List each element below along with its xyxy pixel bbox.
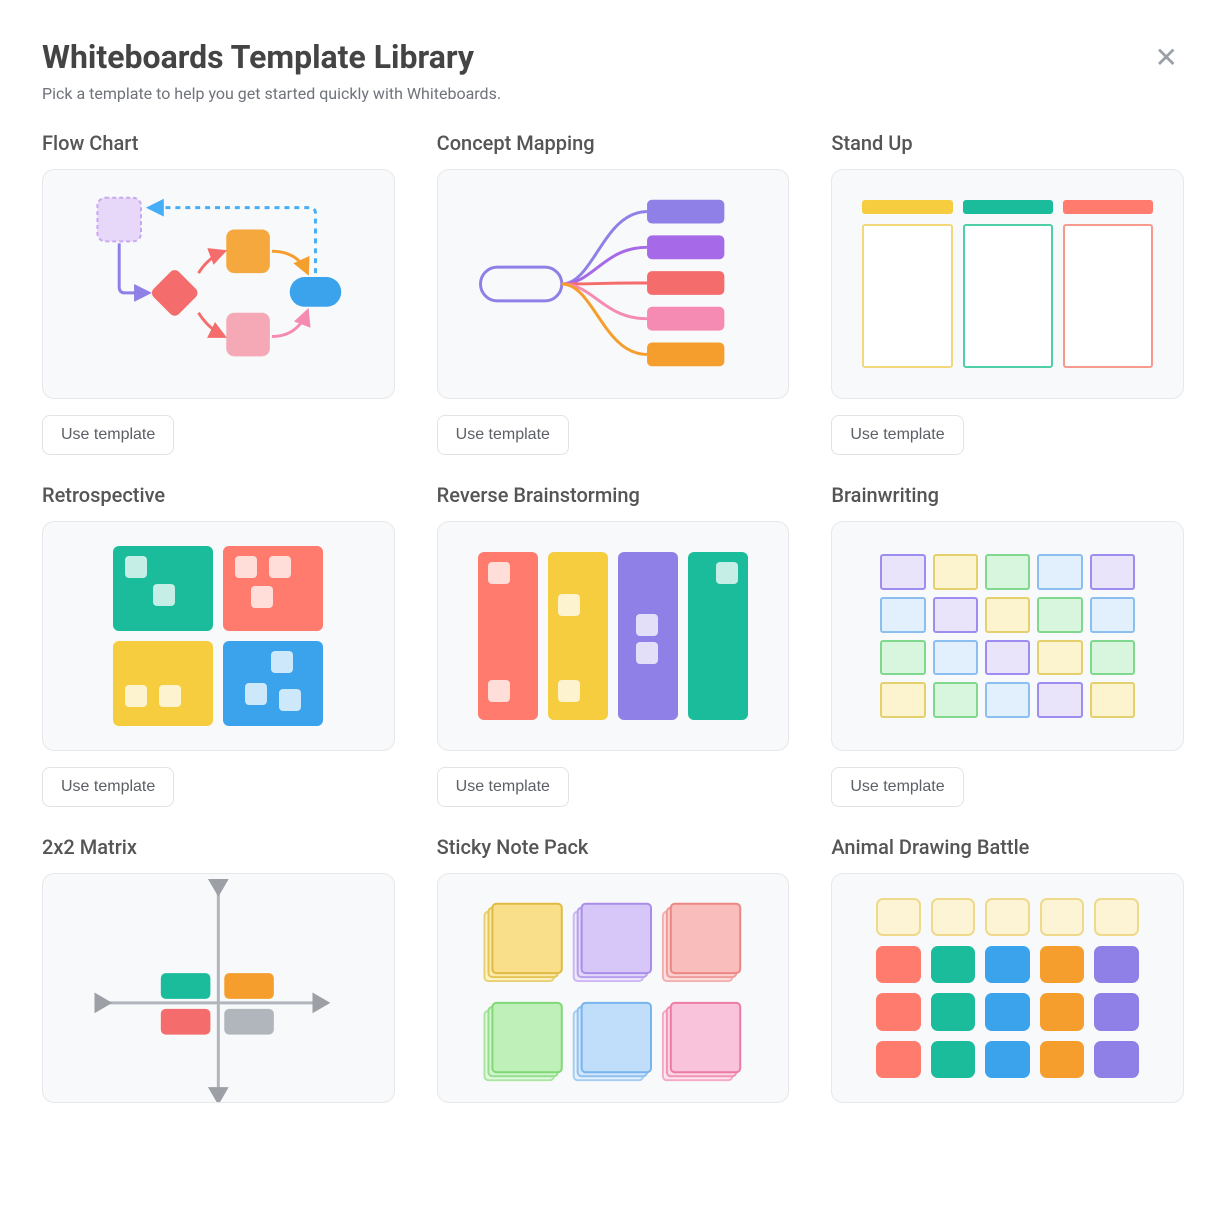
use-template-button[interactable]: Use template [831,415,963,455]
sticky-pack-illustration [438,874,789,1102]
reverse-brainstorming-illustration [478,552,749,720]
template-card-brainwriting: Brainwriting [831,483,1184,807]
template-library-modal: Whiteboards Template Library Pick a temp… [0,0,1226,1141]
template-title: Reverse Brainstorming [437,483,790,507]
template-title: 2x2 Matrix [42,835,395,859]
stand-up-illustration [862,200,1153,368]
template-thumb-stand-up[interactable] [831,169,1184,399]
animal-drawing-illustration [876,898,1139,1078]
brainwriting-illustration [880,554,1135,718]
concept-mapping-illustration [438,170,789,398]
template-card-reverse-brainstorming: Reverse Brainstorming Use template [437,483,790,807]
template-card-stand-up: Stand Up Use template [831,131,1184,455]
template-thumb-brainwriting[interactable] [831,521,1184,751]
template-title: Brainwriting [831,483,1184,507]
template-card-concept-mapping: Concept Mapping Use template [437,131,790,455]
template-thumb-sticky-note-pack[interactable] [437,873,790,1103]
template-title: Retrospective [42,483,395,507]
template-thumb-retrospective[interactable] [42,521,395,751]
template-title: Concept Mapping [437,131,790,155]
template-title: Stand Up [831,131,1184,155]
close-button[interactable]: ✕ [1149,38,1184,78]
use-template-button[interactable]: Use template [42,415,174,455]
template-card-animal-drawing-battle: Animal Drawing Battle [831,835,1184,1103]
close-icon: ✕ [1155,42,1178,73]
template-thumb-2x2-matrix[interactable] [42,873,395,1103]
modal-subtitle: Pick a template to help you get started … [42,84,501,103]
retrospective-illustration [43,522,394,750]
template-grid: Flow Chart [42,131,1184,1103]
template-card-retrospective: Retrospective Use temp [42,483,395,807]
matrix-illustration [43,874,394,1102]
use-template-button[interactable]: Use template [42,767,174,807]
template-title: Animal Drawing Battle [831,835,1184,859]
template-thumb-reverse-brainstorming[interactable] [437,521,790,751]
template-card-flow-chart: Flow Chart [42,131,395,455]
template-title: Sticky Note Pack [437,835,790,859]
use-template-button[interactable]: Use template [831,767,963,807]
template-thumb-flow-chart[interactable] [42,169,395,399]
modal-title: Whiteboards Template Library [42,38,501,76]
template-card-2x2-matrix: 2x2 Matrix [42,835,395,1103]
use-template-button[interactable]: Use template [437,415,569,455]
use-template-button[interactable]: Use template [437,767,569,807]
flow-chart-illustration [43,170,394,398]
template-card-sticky-note-pack: Sticky Note Pack [437,835,790,1103]
template-title: Flow Chart [42,131,395,155]
template-thumb-animal-drawing-battle[interactable] [831,873,1184,1103]
template-thumb-concept-mapping[interactable] [437,169,790,399]
